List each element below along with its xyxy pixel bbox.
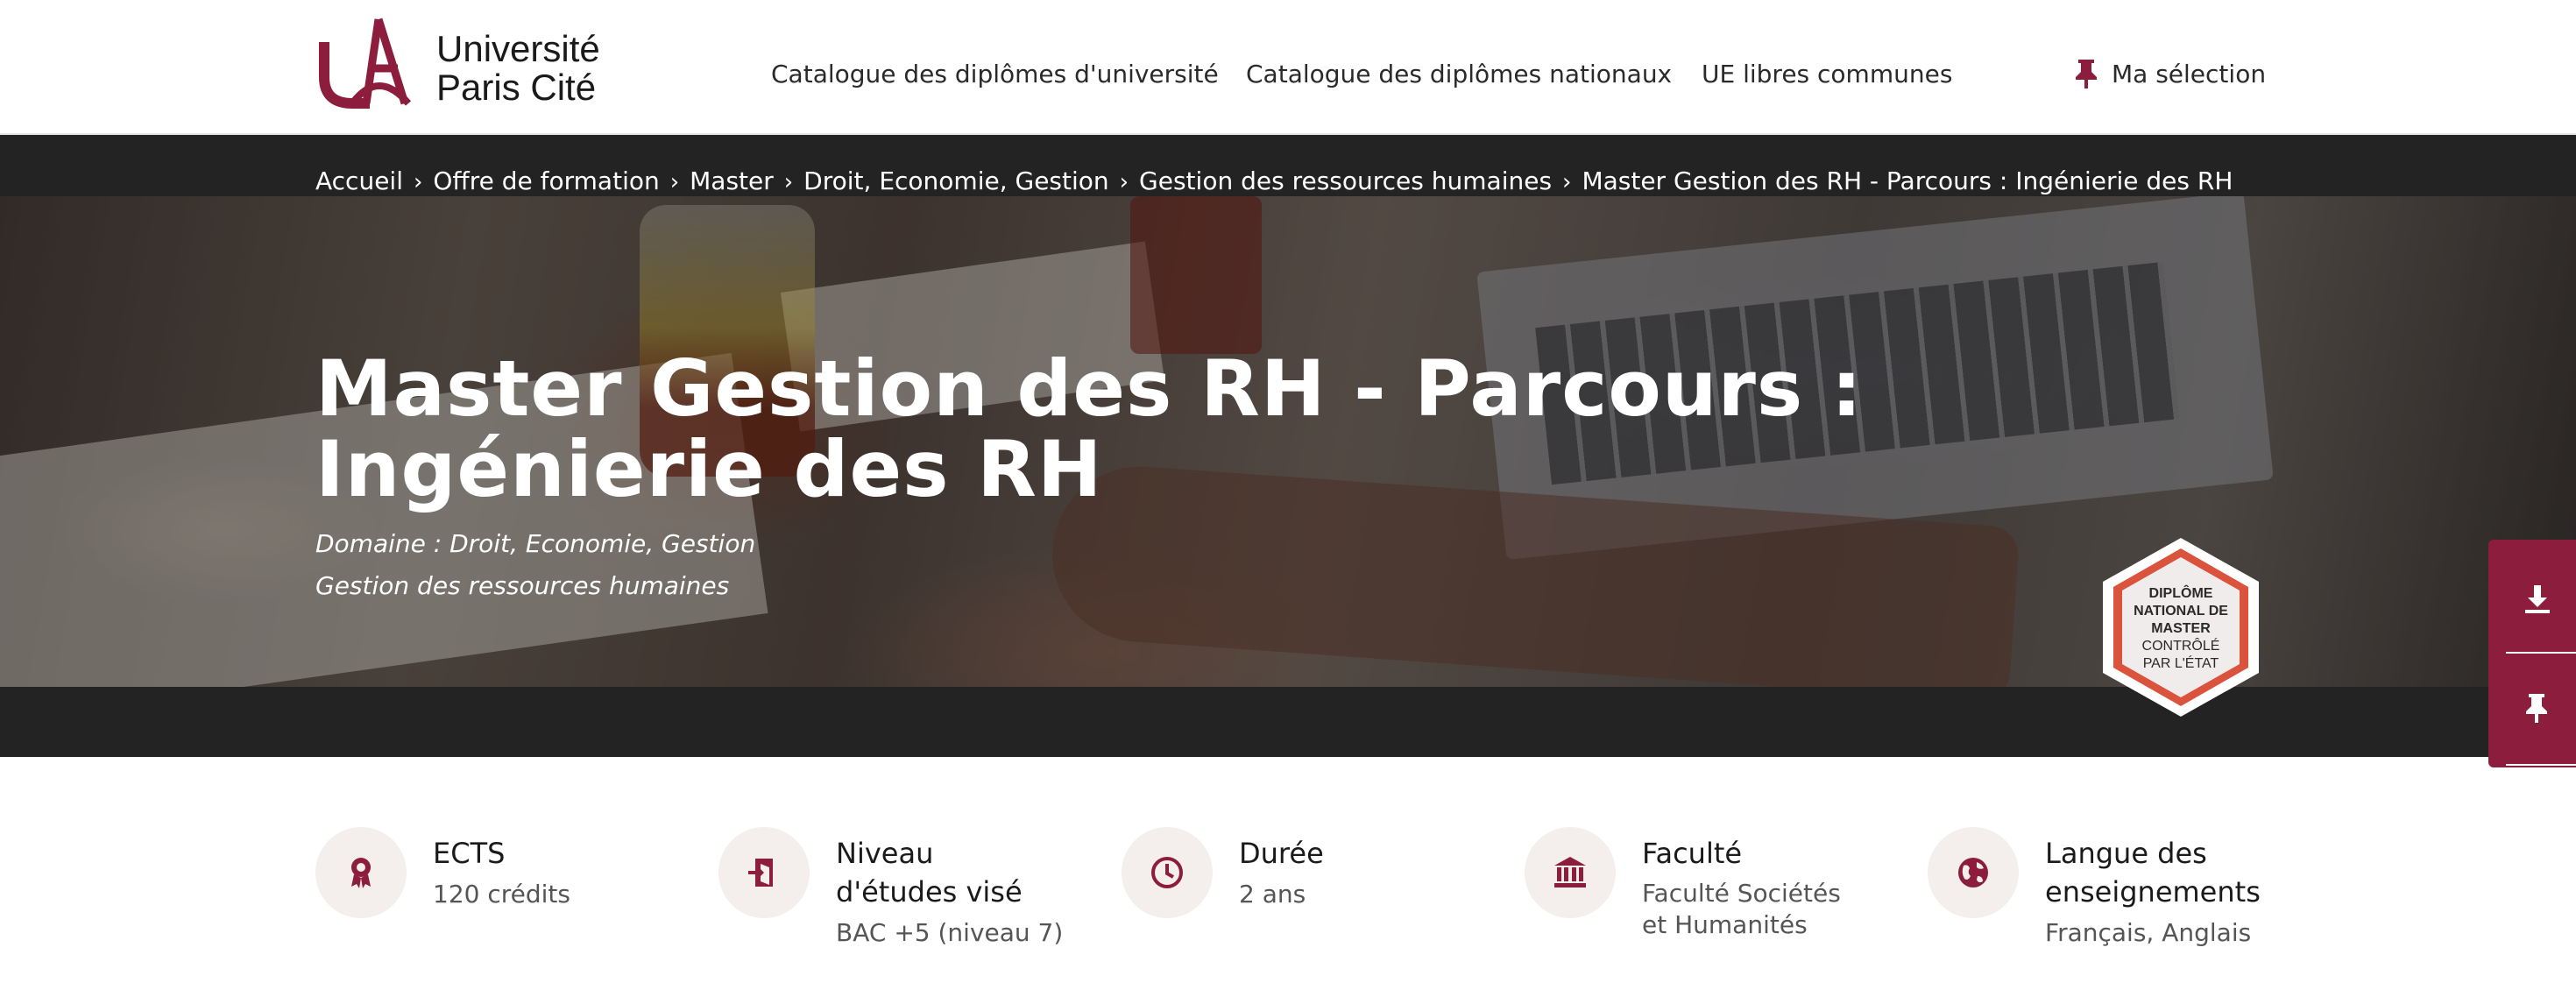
chevron-right-icon: › [669,169,680,195]
download-button[interactable] [2488,541,2576,647]
icon-circle [315,827,407,918]
clock-icon [1151,857,1183,888]
nav-ue-libres[interactable]: UE libres communes [1702,60,1952,88]
award-icon [351,858,371,888]
info-value: Faculté Sociétés et Humanités [1642,879,1841,939]
logo-text: Université Paris Cité [436,28,600,108]
nav-catalogue-nationaux[interactable]: Catalogue des diplômes nationaux [1246,60,1672,88]
pin-icon [2076,60,2097,88]
info-label: Durée [1239,837,1324,870]
side-action-bar [2488,540,2576,767]
door-enter-icon [748,859,773,887]
info-label: Faculté [1642,837,1743,870]
info-value: 120 crédits [433,880,570,909]
institution-icon [1554,857,1586,887]
badge-text: DIPLÔME NATIONAL DE MASTER CONTRÔLÉ PAR … [2134,586,2228,671]
side-divider [2506,652,2576,654]
info-value: 2 ans [1239,880,1306,909]
info-label: ECTS [433,837,506,870]
icon-circle [1525,827,1616,918]
side-divider [2506,764,2576,766]
chevron-right-icon: › [1119,169,1129,195]
hero-banner: Accueil › Offre de formation › Master › Droit,… [0,135,2576,757]
university-logo[interactable]: Université Paris Cité [317,16,650,110]
mention-subtitle: Gestion des ressources humaines [315,571,730,600]
breadcrumb-item-current: Master Gestion des RH - Parcours : Ingén… [1582,166,2233,195]
breadcrumb-item-mention[interactable]: Gestion des ressources humaines [1139,166,1552,195]
breadcrumb-item-offre[interactable]: Offre de formation [433,166,659,195]
my-selection-link[interactable]: Ma sélection [2112,60,2266,88]
nav-catalogue-du[interactable]: Catalogue des diplômes d'université [771,60,1219,88]
chevron-right-icon: › [413,169,423,195]
info-label: Langue des enseignements [2045,837,2261,909]
icon-circle [1122,827,1213,918]
pin-icon [2526,694,2547,723]
breadcrumb: Accueil › Offre de formation › Master › Droit,… [315,166,2233,195]
pin-selection-button[interactable] [2488,655,2576,760]
site-header: Université Paris Cité Catalogue des dipl… [0,0,2576,135]
info-value: BAC +5 (niveau 7) [836,918,1064,947]
icon-circle [718,827,810,918]
icon-circle [1928,827,2019,918]
chevron-right-icon: › [783,169,794,195]
globe-icon [1958,858,1988,887]
domain-subtitle: Domaine : Droit, Economie, Gestion [315,529,756,558]
info-label: Niveau d'études visé [836,837,1023,909]
logo-mark-icon [319,18,412,109]
download-icon [2525,585,2550,613]
page-title: Master Gestion des RH - Parcours : Ingén… [315,343,1864,514]
breadcrumb-item-master[interactable]: Master [690,166,774,195]
info-value: Français, Anglais [2045,918,2252,947]
breadcrumb-item-accueil[interactable]: Accueil [315,166,403,195]
chevron-right-icon: › [1562,169,1572,195]
breadcrumb-item-domaine[interactable]: Droit, Economie, Gestion [803,166,1108,195]
diplome-national-badge: DIPLÔME NATIONAL DE MASTER CONTRÔLÉ PAR … [2099,534,2262,720]
